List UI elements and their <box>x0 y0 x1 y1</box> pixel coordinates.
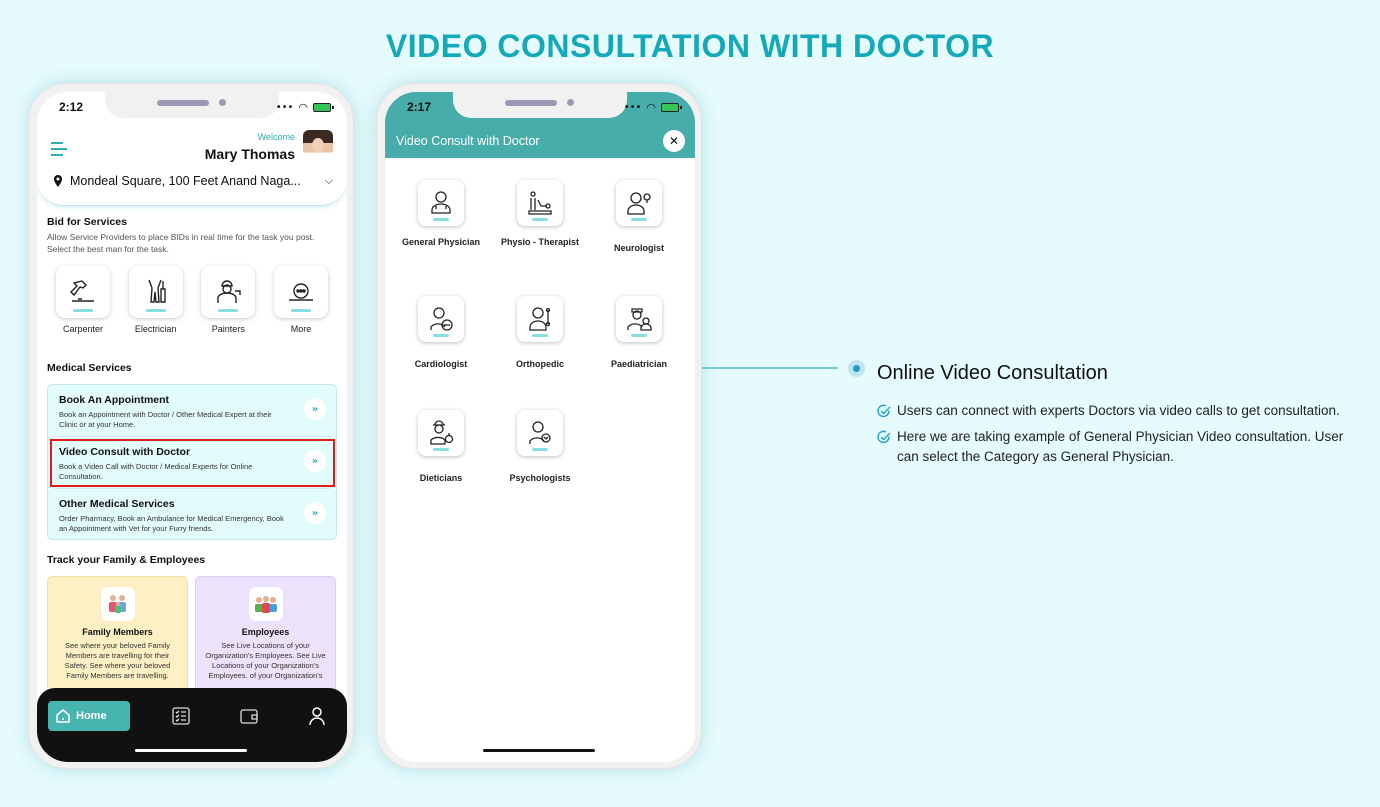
category-dieticians[interactable]: Dieticians <box>393 410 489 485</box>
wifi-icon: ◠ <box>298 101 308 114</box>
track-section-title: Track your Family & Employees <box>47 554 206 566</box>
family-icon <box>108 595 126 613</box>
category-physiotherapist[interactable]: Physio - Therapist <box>492 180 588 249</box>
bid-section-description: Allow Service Providers to place BIDs in… <box>47 232 315 254</box>
check-circle-icon <box>877 430 891 444</box>
more-icon <box>288 283 313 301</box>
annotation-title: Online Video Consultation <box>877 362 1108 384</box>
user-name: Mary Thomas <box>204 146 295 162</box>
card-employees[interactable]: Employees See Live Locations of your Org… <box>195 576 336 706</box>
card-family-members[interactable]: Family Members See where your beloved Fa… <box>47 576 188 706</box>
general-physician-icon <box>431 191 451 214</box>
annotation-point: Users can connect with experts Doctors v… <box>877 401 1347 421</box>
screen-title: Video Consult with Doctor <box>396 134 540 148</box>
tasks-icon[interactable] <box>171 706 191 726</box>
chevron-right-icon[interactable]: » <box>304 398 326 420</box>
bid-section-title: Bid for Services <box>47 216 127 228</box>
video-consult-screen: 2:17 ••• ◠ Video Consult with Doctor ✕ G… <box>385 92 695 762</box>
medical-item-other-services[interactable]: Other Medical Services Order Pharmacy, B… <box>48 489 336 539</box>
phone-video-consult-screen: 2:17 ••• ◠ Video Consult with Doctor ✕ G… <box>376 83 702 769</box>
check-circle-icon <box>877 404 891 418</box>
wifi-icon: ◠ <box>646 101 656 114</box>
chevron-right-icon[interactable]: » <box>304 450 326 472</box>
connector-line <box>702 367 838 369</box>
physiotherapist-icon <box>528 191 552 215</box>
employees-icon <box>254 596 277 613</box>
bullet-dot <box>848 360 865 377</box>
status-time: 2:12 <box>59 100 84 114</box>
status-time: 2:17 <box>407 100 432 114</box>
psychologist-icon <box>529 421 551 444</box>
medical-item-book-appointment[interactable]: Book An Appointment Book an Appointment … <box>48 385 336 435</box>
neurologist-icon <box>627 192 651 215</box>
location-pin-icon <box>54 175 62 187</box>
category-orthopedic[interactable]: Orthopedic <box>492 296 588 371</box>
chevron-down-icon: ⌵ <box>324 174 333 187</box>
medical-item-video-consult[interactable]: Video Consult with Doctor Book a Video C… <box>48 437 336 487</box>
service-painters[interactable]: Painters <box>200 266 256 334</box>
home-screen: 2:12 ••• ◠ Welcome Mary Thomas Mondeal S… <box>37 92 347 762</box>
location-text: Mondeal Square, 100 Feet Anand Naga... <box>70 174 301 188</box>
status-icons: ••• ◠ <box>275 101 334 114</box>
chevron-right-icon[interactable]: » <box>304 502 326 524</box>
service-more[interactable]: More <box>273 266 329 334</box>
dietician-icon <box>430 420 454 445</box>
category-neurologist[interactable]: Neurologist <box>591 180 687 255</box>
medical-section-title: Medical Services <box>47 362 132 374</box>
phone-notch <box>453 92 627 118</box>
menu-icon[interactable] <box>51 142 67 156</box>
category-paediatrician[interactable]: Paediatrician <box>591 296 687 371</box>
home-indicator <box>483 749 595 752</box>
cardiologist-icon <box>430 307 453 331</box>
annotation-point: Here we are taking example of General Ph… <box>877 427 1347 467</box>
paediatrician-icon <box>627 308 652 331</box>
avatar[interactable] <box>303 130 333 162</box>
medical-services-list: Book An Appointment Book an Appointment … <box>47 384 337 540</box>
home-icon <box>56 709 70 723</box>
status-icons: ••• ◠ <box>623 101 682 114</box>
home-indicator <box>135 749 247 752</box>
painter-icon <box>217 280 242 303</box>
bid-services-row: Carpenter Electrician Painters More <box>55 266 329 334</box>
annotation-points: Users can connect with experts Doctors v… <box>877 401 1347 473</box>
welcome-label: Welcome <box>257 132 295 142</box>
service-carpenter[interactable]: Carpenter <box>55 266 111 334</box>
tab-home[interactable]: Home <box>48 701 130 731</box>
bottom-tab-bar: Home <box>37 688 347 762</box>
wallet-icon[interactable] <box>239 706 259 726</box>
phone-notch <box>105 92 279 118</box>
category-psychologists[interactable]: Psychologists <box>492 410 588 485</box>
location-selector[interactable]: Mondeal Square, 100 Feet Anand Naga... ⌵ <box>53 174 333 188</box>
signal-icon: ••• <box>275 102 294 113</box>
page-title: VIDEO CONSULTATION WITH DOCTOR <box>385 28 995 64</box>
signal-icon: ••• <box>623 102 642 113</box>
close-button[interactable]: ✕ <box>663 130 685 152</box>
battery-icon <box>661 103 682 112</box>
orthopedic-icon <box>529 307 551 331</box>
profile-icon[interactable] <box>307 706 327 726</box>
category-cardiologist[interactable]: Cardiologist <box>393 296 489 371</box>
electrician-icon <box>148 279 166 303</box>
close-icon: ✕ <box>668 134 680 148</box>
carpenter-icon <box>70 280 94 302</box>
category-general-physician[interactable]: General Physician <box>393 180 489 249</box>
service-electrician[interactable]: Electrician <box>128 266 184 334</box>
battery-icon <box>313 103 334 112</box>
phone-home-screen: 2:12 ••• ◠ Welcome Mary Thomas Mondeal S… <box>28 83 354 769</box>
